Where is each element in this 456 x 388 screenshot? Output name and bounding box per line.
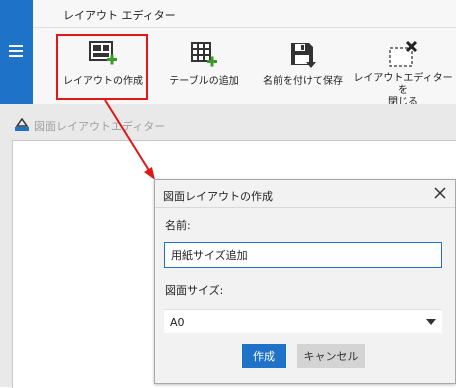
chevron-down-icon [426, 319, 436, 325]
save-as-icon [291, 43, 316, 68]
dialog-divider [155, 207, 455, 208]
dialog-title: 図面レイアウトの作成 [163, 190, 273, 203]
save-as-button[interactable]: 名前を付けて保存 [258, 40, 348, 88]
close-editor-icon [389, 40, 418, 67]
editor-title: 図面レイアウトエディター [34, 120, 166, 133]
close-editor-label-line1: レイアウトエディターを [353, 73, 453, 96]
add-table-label: テーブルの追加 [169, 76, 239, 87]
editor-icon [15, 118, 29, 131]
ribbon-divider [33, 27, 456, 28]
drawing-size-value: A0 [170, 316, 185, 329]
drawing-size-label: 図面サイズ: [165, 284, 224, 297]
close-icon[interactable] [431, 184, 449, 202]
close-layout-editor-button[interactable]: レイアウトエディターを 閉じる [353, 40, 453, 109]
create-layout-dialog: 図面レイアウトの作成 名前: 図面サイズ: A0 作成 キャンセル [154, 179, 456, 384]
app-menu-strip [0, 0, 33, 104]
name-label: 名前: [165, 219, 191, 232]
drawing-size-select[interactable]: A0 [164, 309, 442, 333]
highlight-box [56, 34, 148, 100]
ribbon-title: レイアウト エディター [63, 9, 176, 22]
add-table-button[interactable]: テーブルの追加 [163, 40, 245, 88]
hamburger-menu-icon[interactable] [9, 45, 23, 57]
cancel-button[interactable]: キャンセル [297, 344, 365, 368]
create-button[interactable]: 作成 [242, 344, 286, 368]
save-as-label: 名前を付けて保存 [263, 76, 343, 87]
name-field[interactable] [164, 242, 442, 268]
add-table-icon [191, 42, 217, 67]
